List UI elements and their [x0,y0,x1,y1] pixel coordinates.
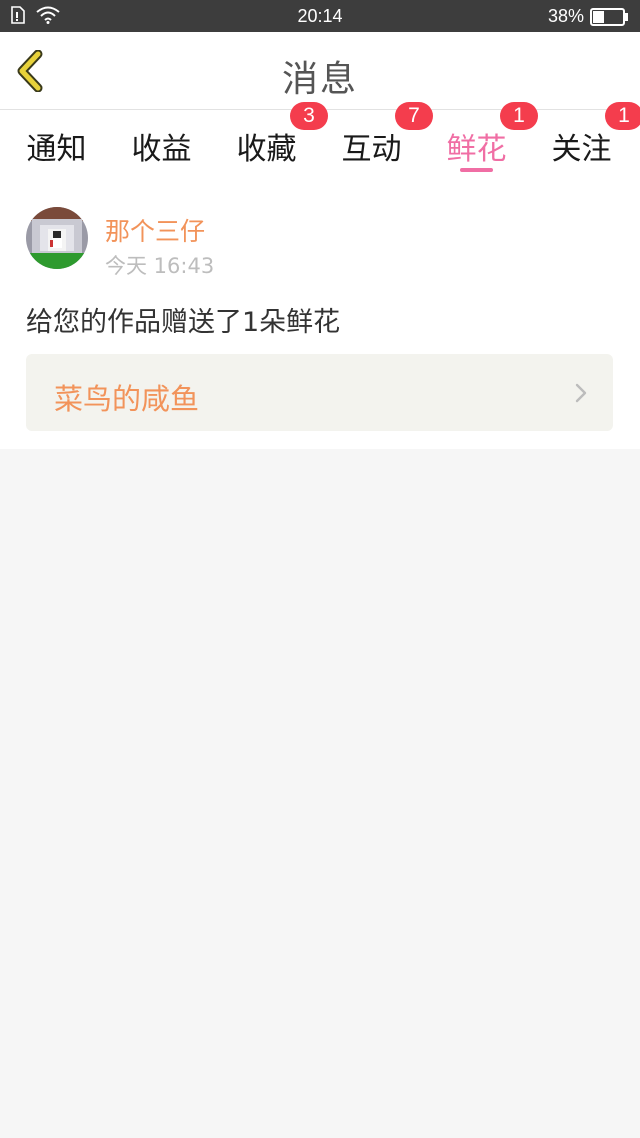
work-title: 菜鸟的咸鱼 [54,382,200,416]
sender-name[interactable]: 那个三仔 [105,212,205,248]
avatar-image [26,207,88,269]
status-bar: 20:14 38% [0,0,640,32]
message-text: 给您的作品赠送了1朵鲜花 [26,307,341,338]
tab-favorites[interactable]: 收藏 3 [214,102,328,180]
clock: 20:14 [297,6,343,26]
tab-bar: 通知 收益 收藏 3 互动 7 鲜花 1 关注 1 [0,102,640,180]
battery-percent: 38% [547,6,584,26]
header: 消息 [0,32,640,110]
message-item: 那个三仔 今天 16:43 给您的作品赠送了1朵鲜花 菜鸟的咸鱼 [0,180,640,449]
tab-flowers[interactable]: 鲜花 1 [424,102,538,180]
avatar[interactable] [26,207,88,269]
tab-label: 通知 [26,132,87,167]
tab-label: 收益 [131,132,192,167]
message-time: 今天 16:43 [105,254,215,278]
battery-icon [590,8,628,26]
unread-badge: 1 [605,102,640,130]
tab-earnings[interactable]: 收益 [109,110,214,180]
tab-following[interactable]: 关注 1 [529,102,640,180]
chevron-right-icon [575,383,587,403]
tab-notifications[interactable]: 通知 [4,110,109,180]
page-title: 消息 [281,59,358,100]
work-link[interactable]: 菜鸟的咸鱼 [26,354,613,431]
active-tab-indicator [460,168,493,172]
tab-interactions[interactable]: 互动 7 [319,102,433,180]
